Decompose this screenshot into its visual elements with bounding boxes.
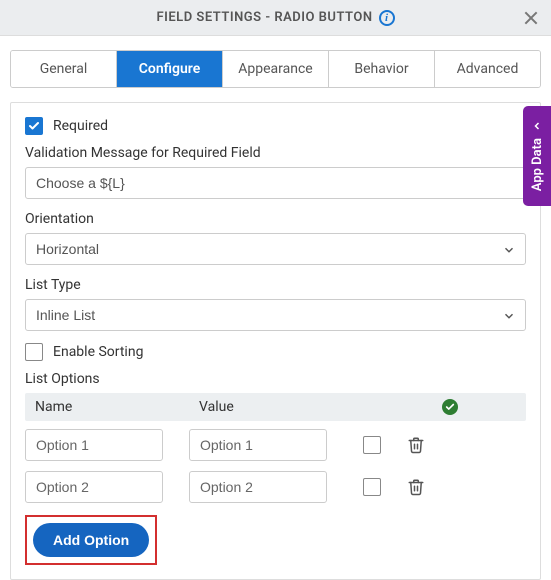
dialog-header: FIELD SETTINGS - RADIO BUTTON i — [0, 0, 551, 36]
option-row — [25, 471, 526, 503]
validation-message-input[interactable] — [25, 167, 526, 199]
orientation-label: Orientation — [25, 211, 526, 227]
options-table-header: Name Value — [25, 393, 526, 421]
option-default-checkbox[interactable] — [363, 436, 381, 454]
tab-bar: General Configure Appearance Behavior Ad… — [10, 50, 541, 88]
configure-panel: Required Validation Message for Required… — [10, 102, 541, 580]
option-name-input[interactable] — [25, 429, 163, 461]
tab-behavior[interactable]: Behavior — [329, 51, 435, 87]
option-value-input[interactable] — [189, 429, 327, 461]
close-icon[interactable] — [521, 8, 541, 28]
listtype-select[interactable] — [25, 299, 526, 331]
tab-configure[interactable]: Configure — [117, 51, 223, 87]
dialog-title: FIELD SETTINGS - RADIO BUTTON — [156, 10, 372, 25]
tab-general[interactable]: General — [11, 51, 117, 87]
trash-icon[interactable] — [407, 478, 425, 496]
option-row — [25, 429, 526, 461]
chevron-left-icon — [531, 120, 543, 132]
option-default-checkbox[interactable] — [363, 478, 381, 496]
option-name-input[interactable] — [25, 471, 163, 503]
listtype-label: List Type — [25, 277, 526, 293]
required-checkbox[interactable] — [25, 117, 43, 135]
required-row: Required — [25, 117, 526, 135]
required-label: Required — [53, 118, 108, 134]
info-icon[interactable]: i — [379, 10, 395, 26]
side-tab-app-data[interactable]: App Data — [523, 106, 551, 206]
add-option-highlight: Add Option — [25, 515, 157, 565]
add-option-button[interactable]: Add Option — [33, 523, 149, 557]
dialog-content: General Configure Appearance Behavior Ad… — [0, 36, 551, 580]
enable-sorting-checkbox[interactable] — [25, 343, 43, 361]
orientation-select[interactable] — [25, 233, 526, 265]
list-options-label: List Options — [25, 371, 526, 387]
column-value: Value — [199, 399, 349, 415]
enable-sorting-row: Enable Sorting — [25, 343, 526, 361]
column-default — [349, 399, 516, 415]
tab-appearance[interactable]: Appearance — [223, 51, 329, 87]
enable-sorting-label: Enable Sorting — [53, 344, 143, 360]
trash-icon[interactable] — [407, 436, 425, 454]
option-value-input[interactable] — [189, 471, 327, 503]
column-name: Name — [35, 399, 199, 415]
side-tab-label: App Data — [530, 138, 545, 191]
check-circle-icon — [442, 399, 458, 415]
validation-label: Validation Message for Required Field — [25, 145, 526, 161]
tab-advanced[interactable]: Advanced — [435, 51, 540, 87]
